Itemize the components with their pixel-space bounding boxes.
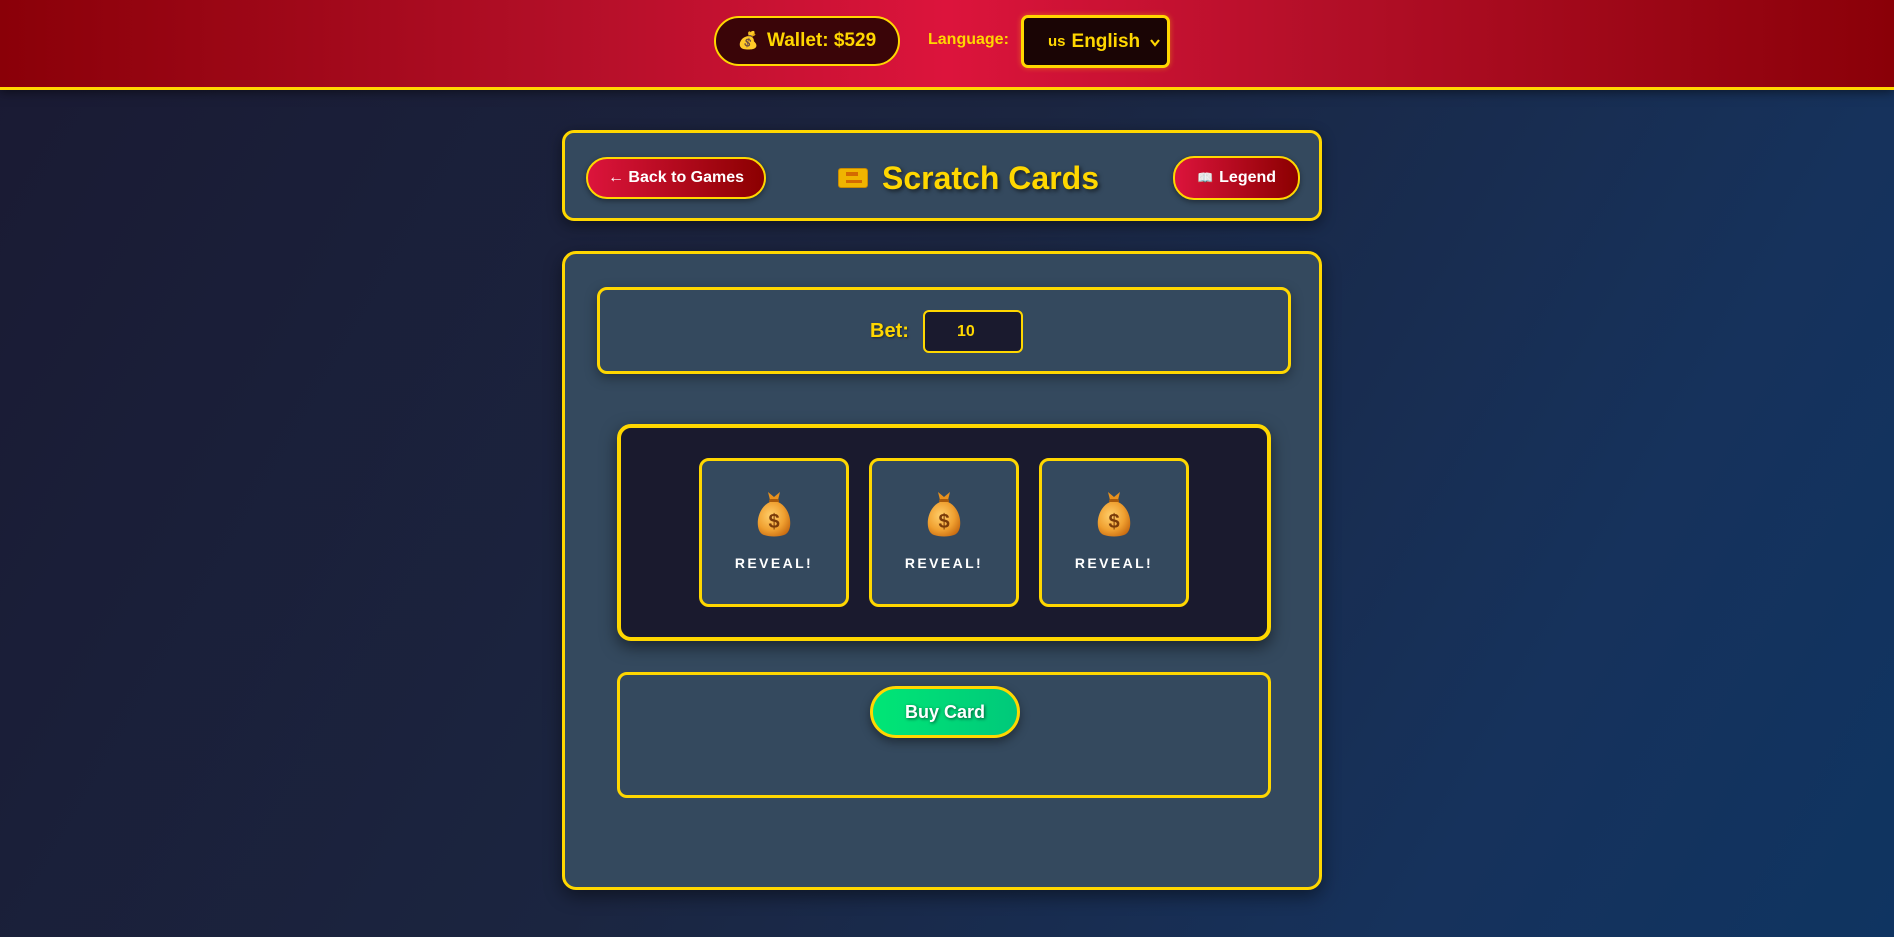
game-panel: Bet: $ REVEAL! <box>562 251 1322 890</box>
top-bar: 💰 Wallet: $529 Language: us English <box>0 0 1894 90</box>
scratch-card[interactable]: $ REVEAL! <box>699 458 849 607</box>
wallet-display: 💰 Wallet: $529 <box>714 16 900 66</box>
scratch-card[interactable]: $ REVEAL! <box>869 458 1019 607</box>
game-header: ← Back to Games Scratch Cards 📖 Legend <box>562 130 1322 221</box>
svg-text:$: $ <box>938 511 949 533</box>
buy-card-button[interactable]: Buy Card <box>870 686 1020 738</box>
reveal-label: REVEAL! <box>734 555 814 571</box>
language-selected-value: English <box>1071 30 1141 52</box>
legend-label: Legend <box>1219 169 1277 186</box>
legend-button[interactable]: 📖 Legend <box>1173 156 1300 200</box>
bet-input[interactable] <box>923 310 1023 353</box>
wallet-label: Wallet: $529 <box>767 30 877 51</box>
money-bag-icon: $ <box>1097 492 1131 537</box>
book-icon: 📖 <box>1196 170 1214 185</box>
bet-controls: Bet: <box>597 287 1291 374</box>
scratch-card[interactable]: $ REVEAL! <box>1039 458 1189 607</box>
action-area: Buy Card <box>617 672 1271 798</box>
page-title: Scratch Cards <box>882 159 1099 196</box>
money-bag-icon: $ <box>927 492 961 537</box>
language-select[interactable]: us English <box>1021 15 1170 68</box>
scratch-card-area: $ REVEAL! $ REVEAL! $ REVEAL! <box>617 424 1271 641</box>
us-flag-icon: us <box>1048 33 1066 50</box>
money-bag-icon: 💰 <box>737 31 760 50</box>
svg-text:$: $ <box>768 511 779 533</box>
svg-text:$: $ <box>1108 511 1119 533</box>
back-to-games-button[interactable]: ← Back to Games <box>586 157 766 199</box>
reveal-label: REVEAL! <box>1074 555 1154 571</box>
page-title-group: Scratch Cards <box>838 159 1099 197</box>
money-bag-icon: $ <box>757 492 791 537</box>
bet-label: Bet: <box>870 320 909 342</box>
chevron-down-icon <box>1150 39 1160 47</box>
ticket-icon <box>838 168 868 188</box>
language-label: Language: <box>928 31 1009 48</box>
reveal-label: REVEAL! <box>904 555 984 571</box>
